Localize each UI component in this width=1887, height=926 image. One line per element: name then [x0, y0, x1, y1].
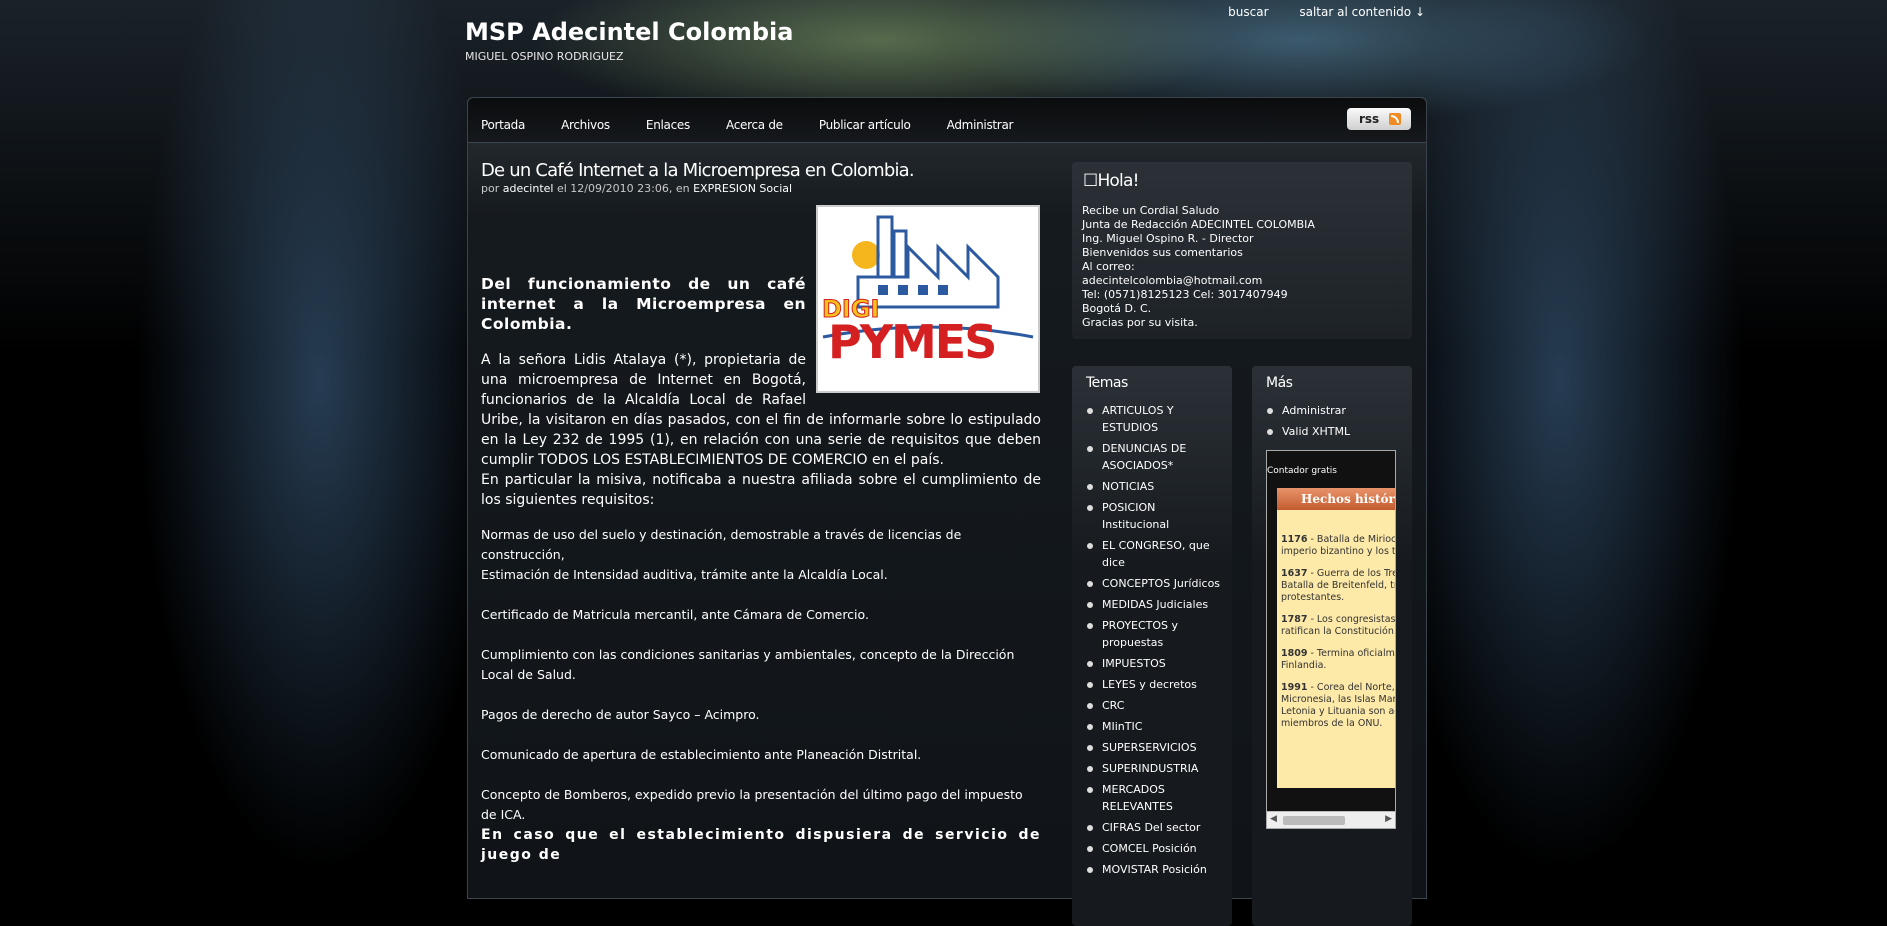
scroll-right-arrow-icon[interactable]: ▶: [1385, 814, 1392, 824]
welcome-line: Ing. Miguel Ospino R. - Director: [1082, 232, 1254, 245]
mas-list: Administrar Valid XHTML: [1266, 402, 1406, 444]
meta-prefix: por: [481, 182, 500, 195]
tema-link[interactable]: SUPERSERVICIOS: [1086, 739, 1226, 756]
welcome-line: Tel: (0571)8125123 Cel: 3017407949: [1082, 288, 1288, 301]
main-nav: Portada Archivos Enlaces Acerca de Publi…: [468, 98, 1426, 143]
requirement-item: Comunicado de apertura de establecimient…: [481, 747, 922, 762]
top-links: buscar saltar al contenido ↓: [1201, 5, 1425, 19]
nav-item-administrar[interactable]: Administrar: [947, 118, 1014, 132]
requirement-item: Pagos de derecho de autor Sayco – Acimpr…: [481, 707, 760, 722]
tema-link[interactable]: CONCEPTOS Jurídicos: [1086, 575, 1226, 592]
requirement-item: Estimación de Intensidad auditiva, trámi…: [481, 567, 888, 582]
post-paragraph-cut: En caso que el establecimiento dispusier…: [481, 827, 1041, 863]
tema-link[interactable]: MEDIDAS Judiciales: [1086, 596, 1226, 613]
temas-list: ARTICULOS Y ESTUDIOS DENUNCIAS DE ASOCIA…: [1086, 402, 1226, 882]
main-container: Portada Archivos Enlaces Acerca de Publi…: [467, 97, 1427, 926]
requirement-item: Concepto de Bomberos, expedido previo la…: [481, 787, 1023, 822]
meta-date: el 12/09/2010 23:06, en: [556, 182, 690, 195]
requirement-item: Cumplimiento con las condiciones sanitar…: [481, 647, 1015, 682]
welcome-line: Bogotá D. C.: [1082, 302, 1152, 315]
welcome-text: Recibe un Cordial Saludo Junta de Redacc…: [1082, 204, 1315, 330]
nav-link[interactable]: Acerca de: [726, 118, 783, 132]
site-title[interactable]: MSP Adecintel Colombia: [465, 18, 793, 46]
tema-link[interactable]: POSICION Institucional: [1086, 499, 1226, 533]
welcome-line: Bienvenidos sus comentarios: [1082, 246, 1243, 259]
post-paragraph-2: En particular la misiva, notificaba a nu…: [481, 472, 1041, 508]
counter-label[interactable]: Contador gratis: [1267, 466, 1337, 476]
tema-link[interactable]: IMPUESTOS: [1086, 655, 1226, 672]
mas-link-valid-xhtml[interactable]: Valid XHTML: [1266, 423, 1406, 440]
post-paragraph-1: A la señora Lidis Atalaya (*), propietar…: [481, 350, 1041, 470]
historical-fact: 1176 - Batalla de Miriocéfalo entre el i…: [1281, 534, 1395, 558]
post-meta: por adecintel el 12/09/2010 23:06, en EX…: [481, 182, 792, 195]
nav-item-portada[interactable]: Portada: [481, 118, 525, 132]
rss-label: rss: [1359, 112, 1380, 126]
nav-menu: Portada Archivos Enlaces Acerca de Publi…: [481, 114, 1044, 133]
post-author-link[interactable]: adecintel: [503, 182, 554, 195]
welcome-title: ☐Hola!: [1083, 171, 1139, 191]
search-link[interactable]: buscar: [1228, 5, 1268, 19]
tema-link[interactable]: EL CONGRESO, que dice: [1086, 537, 1226, 571]
mas-link-administrar[interactable]: Administrar: [1266, 402, 1406, 419]
post-category-link[interactable]: EXPRESION Social: [693, 182, 792, 195]
fact-year: 1787: [1281, 614, 1308, 625]
fact-year: 1176: [1281, 534, 1308, 545]
nav-link[interactable]: Enlaces: [646, 118, 690, 132]
rss-button[interactable]: rss: [1347, 108, 1411, 130]
horizontal-scrollbar[interactable]: ◀ ▶: [1267, 811, 1395, 828]
tema-link[interactable]: DENUNCIAS DE ASOCIADOS*: [1086, 440, 1226, 474]
nav-link[interactable]: Administrar: [947, 118, 1014, 132]
post-heading: Del funcionamiento de un café internet a…: [481, 275, 806, 333]
welcome-email: adecintelcolombia@hotmail.com: [1082, 274, 1263, 287]
requirement-item: Normas de uso del suelo y destinación, d…: [481, 527, 962, 562]
site-description: MIGUEL OSPINO RODRIGUEZ: [465, 50, 624, 63]
tema-link[interactable]: MERCADOS RELEVANTES: [1086, 781, 1226, 815]
welcome-line: Al correo:: [1082, 260, 1135, 273]
nav-item-archivos[interactable]: Archivos: [561, 118, 610, 132]
historical-facts-list: 1176 - Batalla de Miriocéfalo entre el i…: [1281, 534, 1395, 740]
tema-link[interactable]: SUPERINDUSTRIA: [1086, 760, 1226, 777]
welcome-line: Recibe un Cordial Saludo: [1082, 204, 1220, 217]
historical-fact: 1637 - Guerra de los Treinta Años: Batal…: [1281, 568, 1395, 604]
tema-link[interactable]: MOVISTAR Posición: [1086, 861, 1226, 878]
nav-item-acerca-de[interactable]: Acerca de: [726, 118, 783, 132]
post-title[interactable]: De un Café Internet a la Microempresa en…: [481, 160, 915, 181]
welcome-line: Gracias por su visita.: [1082, 316, 1198, 329]
nav-link[interactable]: Archivos: [561, 118, 610, 132]
tema-link[interactable]: COMCEL Posición: [1086, 840, 1226, 857]
historical-facts-box: Hechos históricos 1176 - Batalla de Miri…: [1277, 488, 1395, 788]
nav-link[interactable]: Portada: [481, 118, 525, 132]
historical-facts-title: Hechos históricos: [1277, 488, 1395, 510]
nav-item-publicar-articulo[interactable]: Publicar artículo: [819, 118, 911, 132]
temas-title: Temas: [1086, 375, 1128, 391]
temas-widget: Temas ARTICULOS Y ESTUDIOS DENUNCIAS DE …: [1072, 366, 1232, 926]
fact-year: 1637: [1281, 568, 1308, 579]
welcome-widget: ☐Hola! Recibe un Cordial Saludo Junta de…: [1072, 162, 1412, 339]
tema-link[interactable]: LEYES y decretos: [1086, 676, 1226, 693]
image-float-spacer: [806, 350, 1041, 393]
welcome-line: Junta de Redacción ADECINTEL COLOMBIA: [1082, 218, 1315, 231]
tema-link[interactable]: MIinTIC: [1086, 718, 1226, 735]
counter-iframe: Contador gratis Hechos históricos 1176 -…: [1266, 450, 1396, 829]
skip-to-content-link[interactable]: saltar al contenido ↓: [1299, 5, 1425, 19]
nav-item-enlaces[interactable]: Enlaces: [646, 118, 690, 132]
tema-link[interactable]: PROYECTOS y propuestas: [1086, 617, 1226, 651]
historical-fact: 1991 - Corea del Norte, Corea del Sur, M…: [1281, 682, 1395, 730]
tema-link[interactable]: ARTICULOS Y ESTUDIOS: [1086, 402, 1226, 436]
tema-link[interactable]: CRC: [1086, 697, 1226, 714]
tema-link[interactable]: CIFRAS Del sector: [1086, 819, 1226, 836]
historical-fact: 1787 - Los congresistas estadounidenses …: [1281, 614, 1395, 638]
nav-link[interactable]: Publicar artículo: [819, 118, 911, 132]
historical-fact: 1809 - Termina oficialmente la Guerra de…: [1281, 648, 1395, 672]
scroll-left-arrow-icon[interactable]: ◀: [1270, 814, 1277, 824]
scrollbar-thumb[interactable]: [1283, 816, 1345, 825]
fact-year: 1809: [1281, 648, 1308, 659]
fact-year: 1991: [1281, 682, 1308, 693]
site-header: MSP Adecintel Colombia MIGUEL OSPINO ROD…: [465, 0, 1425, 92]
requirement-item: Certificado de Matricula mercantil, ante…: [481, 607, 869, 622]
mas-title: Más: [1266, 375, 1293, 391]
rss-feed-icon: [1389, 113, 1401, 125]
tema-link[interactable]: NOTICIAS: [1086, 478, 1226, 495]
